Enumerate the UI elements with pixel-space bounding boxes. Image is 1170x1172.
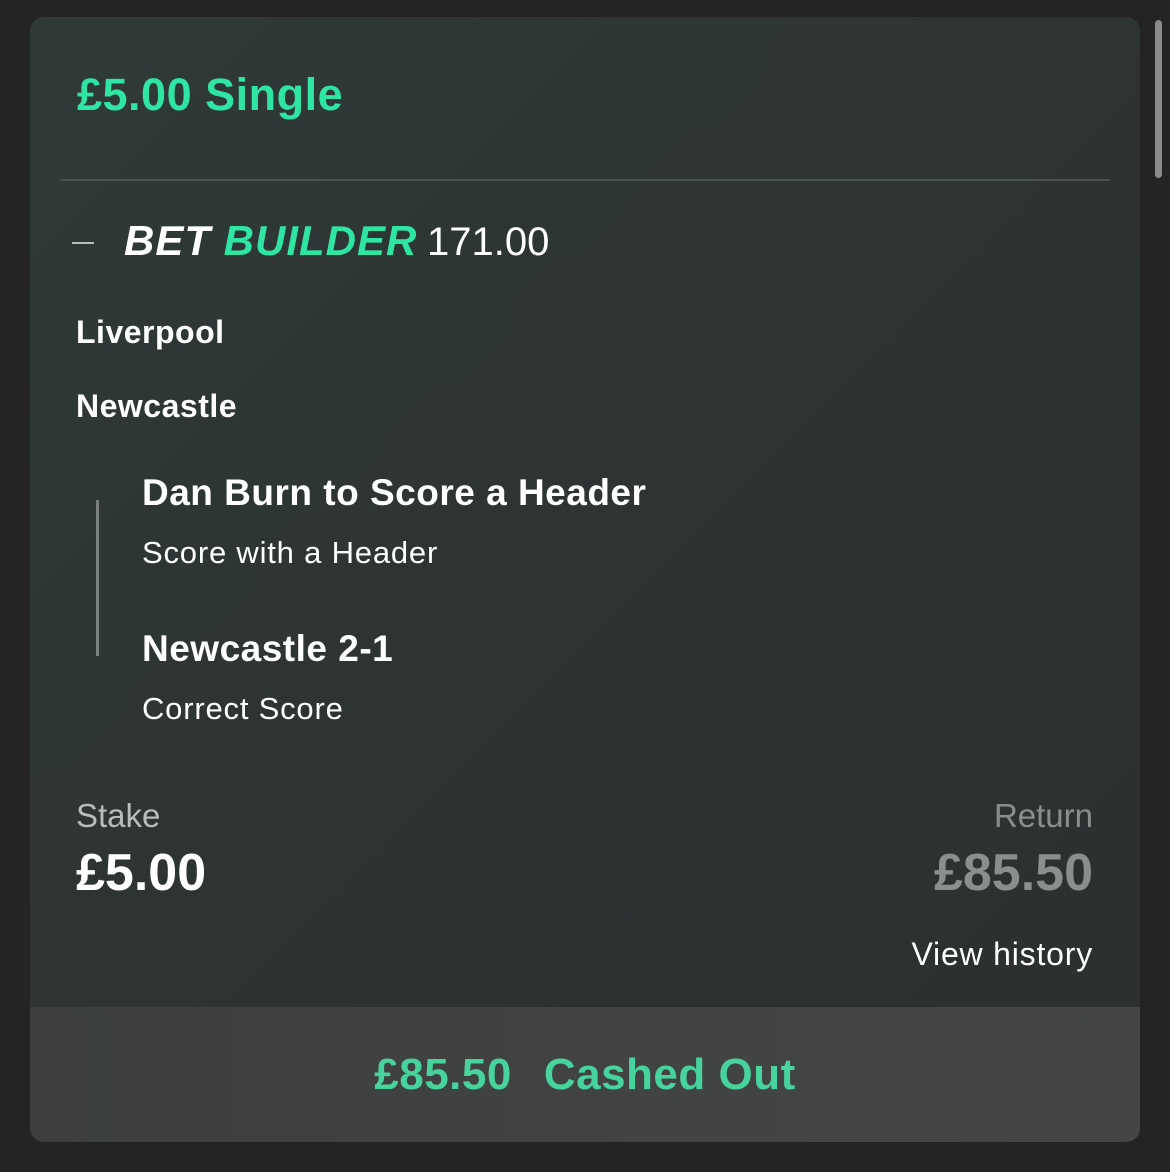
- bet-builder-logo-bet: BET: [124, 217, 211, 264]
- view-history-link[interactable]: View history: [911, 936, 1093, 973]
- cashout-footer: £85.50 Cashed Out: [30, 1007, 1140, 1142]
- cashout-amount: £85.50: [374, 1049, 512, 1099]
- team-away: Newcastle: [76, 388, 238, 424]
- bet-title: £5.00 Single: [77, 69, 344, 120]
- selection-market: Score with a Header: [142, 535, 439, 570]
- selection-name: Newcastle 2-1: [142, 628, 394, 669]
- bet-builder-odds: 171.00: [427, 220, 550, 264]
- bet-card: £5.00 Single BET BUILDER 171.00 Liverpoo…: [30, 17, 1140, 1142]
- stake-label: Stake: [76, 797, 161, 834]
- selection-market: Correct Score: [142, 691, 344, 726]
- minus-icon[interactable]: [72, 242, 94, 244]
- bet-builder-logo: BET BUILDER: [124, 217, 417, 265]
- return-label: Return: [993, 797, 1093, 834]
- team-home: Liverpool: [76, 314, 225, 350]
- return-value: £85.50: [933, 844, 1093, 902]
- divider: [60, 179, 1110, 181]
- selection-connector-line: [96, 500, 99, 656]
- selection-name: Dan Burn to Score a Header: [142, 472, 647, 513]
- scrollbar[interactable]: [1155, 20, 1162, 178]
- stake-value: £5.00: [76, 844, 207, 902]
- cashout-status: Cashed Out: [543, 1049, 796, 1099]
- bet-builder-logo-builder: BUILDER: [223, 217, 418, 264]
